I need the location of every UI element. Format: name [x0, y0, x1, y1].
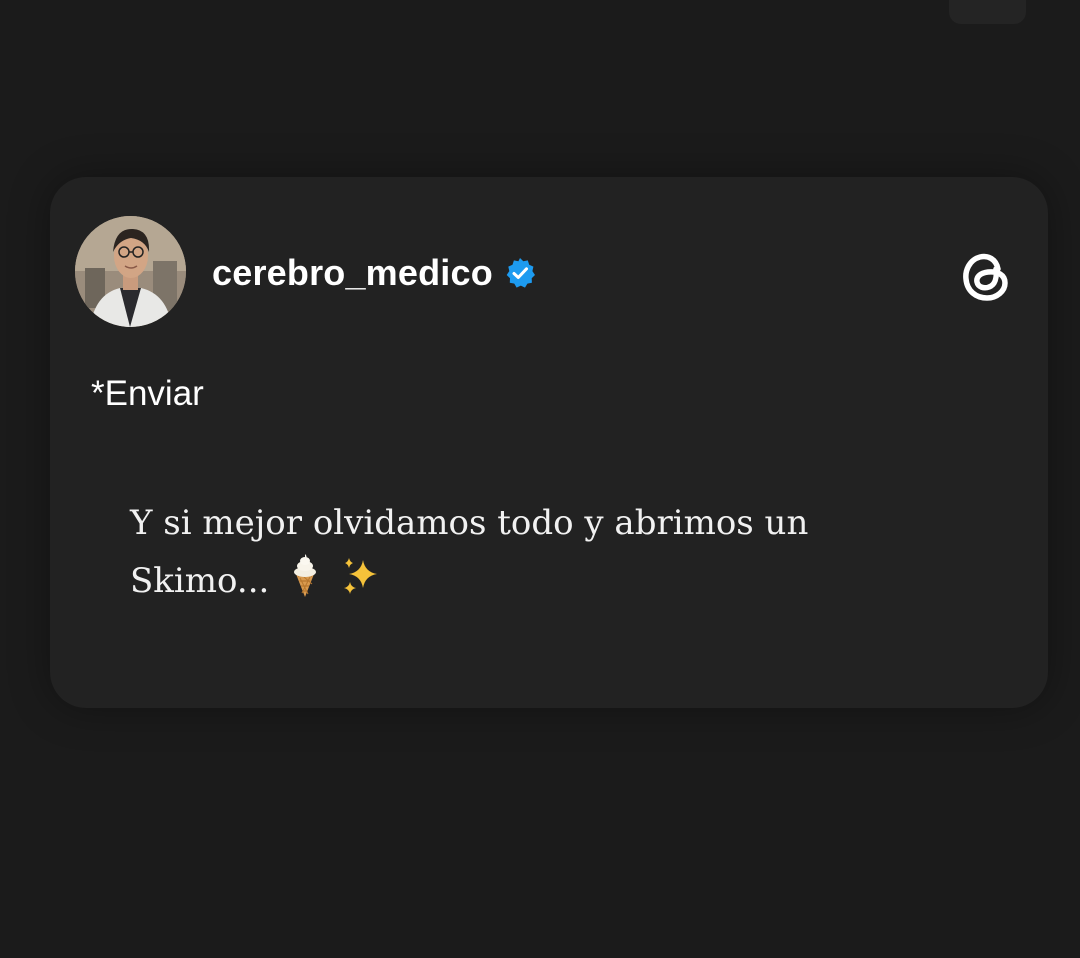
post-header: cerebro_medico — [212, 249, 536, 297]
sparkles-icon — [341, 556, 383, 616]
soft-ice-cream-icon — [290, 554, 320, 616]
post-caption: *Enviar — [91, 374, 204, 413]
post-text-block: Y si mejor olvidamos todo y abrimos un S… — [130, 494, 890, 616]
verified-badge-icon — [504, 257, 536, 289]
threads-logo-icon[interactable] — [960, 247, 1012, 303]
post-text: Y si mejor olvidamos todo y abrimos un S… — [130, 503, 809, 601]
username[interactable]: cerebro_medico — [212, 252, 493, 294]
threads-post-card: cerebro_medico *Enviar Y si mejor olvida… — [50, 177, 1048, 708]
top-partial-button[interactable] — [949, 0, 1026, 24]
avatar[interactable] — [75, 216, 186, 327]
